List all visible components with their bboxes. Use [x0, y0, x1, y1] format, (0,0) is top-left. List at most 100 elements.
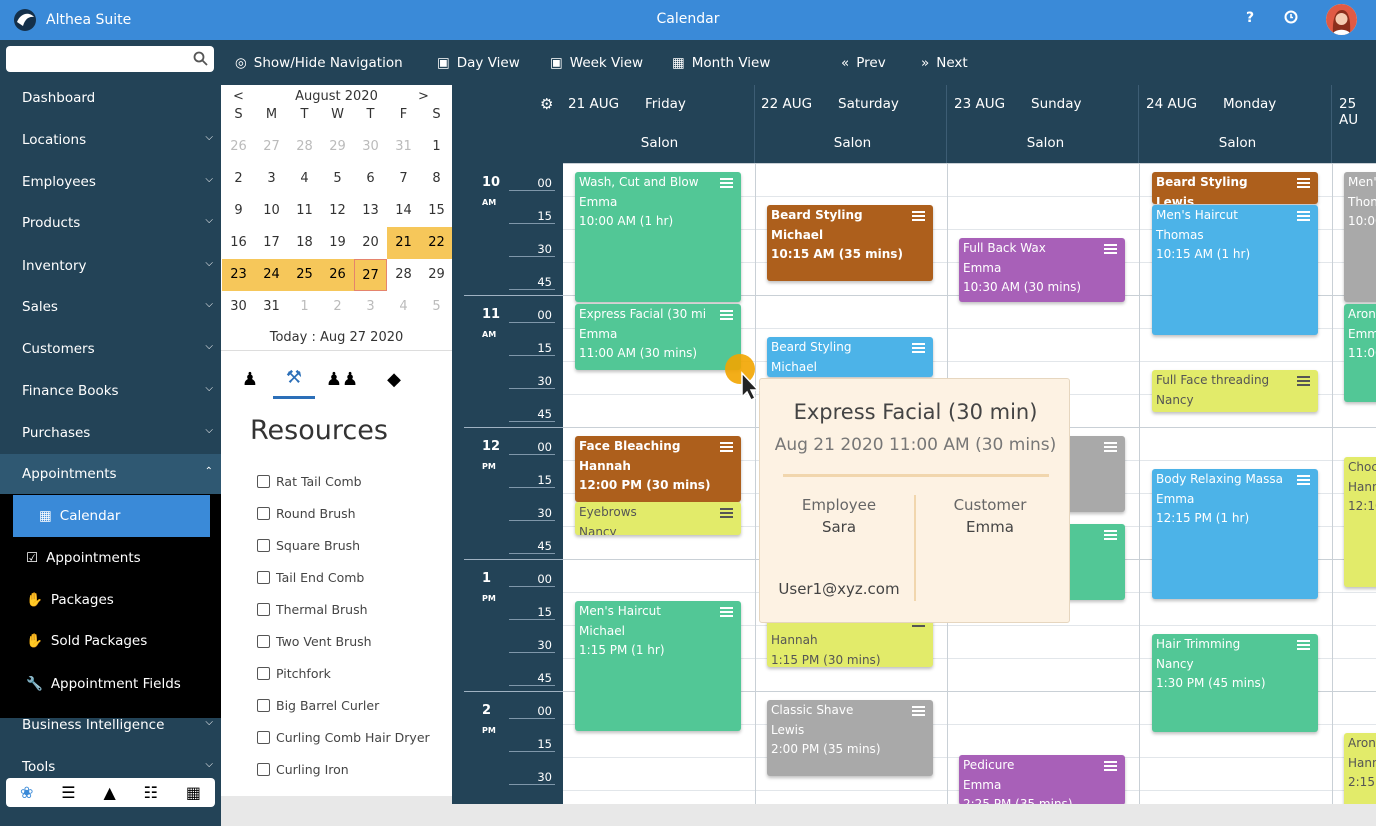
- sidebar-sub-appointment-fields[interactable]: 🔧 Appointment Fields: [0, 663, 221, 705]
- calendar-day[interactable]: 27: [354, 259, 387, 291]
- calendar-day[interactable]: 22: [420, 227, 453, 259]
- grid-icon[interactable]: ▦: [186, 783, 201, 802]
- resource-checkbox[interactable]: Tail End Comb: [257, 570, 364, 585]
- sidebar-item-employees[interactable]: Employees ⌵: [0, 162, 221, 202]
- resource-checkbox[interactable]: Two Vent Brush: [257, 634, 372, 649]
- calendar-day[interactable]: 31: [255, 291, 288, 323]
- sidebar-item-inventory[interactable]: Inventory ⌵: [0, 246, 221, 286]
- appointment-event[interactable]: Beard Styling Michael 10:15 AM (35 mins): [767, 205, 933, 281]
- appointment-event[interactable]: Eyebrows Nancy: [575, 502, 741, 535]
- calendar-day[interactable]: 9: [222, 195, 255, 227]
- resource-checkbox[interactable]: Curling Comb Hair Dryer: [257, 730, 430, 745]
- calendar-day[interactable]: 17: [255, 227, 288, 259]
- appointment-event[interactable]: Pedicure Emma 2:25 PM (35 mins): [959, 755, 1125, 804]
- menu-icon[interactable]: [1104, 244, 1117, 254]
- menu-icon[interactable]: [1297, 640, 1310, 650]
- calendar-day[interactable]: 3: [354, 291, 387, 323]
- menu-icon[interactable]: [1297, 211, 1310, 221]
- calendar-day[interactable]: 26: [321, 259, 354, 291]
- resource-checkbox[interactable]: Square Brush: [257, 538, 360, 553]
- calendar-day[interactable]: 30: [222, 291, 255, 323]
- calendar-day[interactable]: 28: [387, 259, 420, 291]
- appointment-event[interactable]: Men's Haircut Michael 1:15 PM (1 hr): [575, 601, 741, 731]
- calendar-day[interactable]: 4: [387, 291, 420, 323]
- calendar-day[interactable]: 14: [387, 195, 420, 227]
- sidebar-item-customers[interactable]: Customers ⌵: [0, 329, 221, 369]
- sidebar-sub-calendar[interactable]: ▦ Calendar: [13, 495, 210, 537]
- appointment-event[interactable]: Classic Shave Lewis 2:00 PM (35 mins): [767, 700, 933, 776]
- calendar-day[interactable]: 2: [222, 163, 255, 195]
- appointment-event[interactable]: Body Relaxing Massa Emma 12:15 PM (1 hr): [1152, 469, 1318, 599]
- menu-icon[interactable]: [720, 508, 733, 518]
- sidebar-sub-appointments[interactable]: ☑ Appointments: [0, 537, 221, 579]
- appointment-event[interactable]: Beard Styling Lewis: [1152, 172, 1318, 204]
- resource-checkbox[interactable]: Big Barrel Curler: [257, 698, 379, 713]
- calendar-day[interactable]: 4: [288, 163, 321, 195]
- avatar[interactable]: [1326, 4, 1357, 35]
- checkbox[interactable]: [257, 667, 270, 680]
- calendar-day[interactable]: 29: [321, 131, 354, 163]
- calendar-day[interactable]: 28: [288, 131, 321, 163]
- sidebar-sub-sold-packages[interactable]: ✋ Sold Packages: [0, 620, 221, 662]
- day-view-button[interactable]: ▣ Day View: [437, 55, 520, 71]
- sidebar-item-locations[interactable]: Locations ⌵: [0, 120, 221, 160]
- resource-checkbox[interactable]: Rat Tail Comb: [257, 474, 362, 489]
- settings-icon[interactable]: ⚙: [540, 95, 553, 113]
- help-icon[interactable]: ?: [1246, 10, 1254, 26]
- menu-icon[interactable]: [720, 607, 733, 617]
- checkbox[interactable]: [257, 763, 270, 776]
- menu-icon[interactable]: [1297, 178, 1310, 188]
- resource-checkbox[interactable]: Round Brush: [257, 506, 356, 521]
- calendar-day[interactable]: 5: [321, 163, 354, 195]
- group-tab[interactable]: ♟♟: [321, 359, 363, 399]
- sidebar-item-appointments[interactable]: Appointments ⌃: [0, 454, 221, 494]
- appointment-event[interactable]: Aron Hann 2:15 F: [1344, 733, 1376, 804]
- mini-calendar-next[interactable]: >: [418, 89, 429, 104]
- search-input[interactable]: [6, 46, 214, 72]
- calendar-day[interactable]: 31: [387, 131, 420, 163]
- menu-icon[interactable]: [720, 178, 733, 188]
- employee-tab[interactable]: ♟: [229, 359, 271, 399]
- calendar-day[interactable]: 10: [255, 195, 288, 227]
- calendar-day[interactable]: 5: [420, 291, 453, 323]
- calendar-day[interactable]: 11: [288, 195, 321, 227]
- menu-icon[interactable]: [912, 706, 925, 716]
- compass-icon[interactable]: ▲: [103, 783, 115, 802]
- calendar-day[interactable]: 2: [321, 291, 354, 323]
- calendar-day[interactable]: 29: [420, 259, 453, 291]
- appointment-event[interactable]: Face Bleaching Hannah 12:00 PM (30 mins): [575, 436, 741, 502]
- calendar-day[interactable]: 19: [321, 227, 354, 259]
- calendar-day[interactable]: 7: [387, 163, 420, 195]
- appointment-event[interactable]: Beard Styling Michael: [767, 337, 933, 377]
- next-button[interactable]: » Next: [921, 55, 968, 71]
- resource-checkbox[interactable]: Curling Iron: [257, 762, 349, 777]
- sidebar-item-dashboard[interactable]: Dashboard: [0, 78, 221, 118]
- calendar-day[interactable]: 21: [387, 227, 420, 259]
- calendar-day[interactable]: 23: [222, 259, 255, 291]
- calendar-day[interactable]: 12: [321, 195, 354, 227]
- prev-button[interactable]: « Prev: [841, 55, 886, 71]
- calendar-day[interactable]: 30: [354, 131, 387, 163]
- checkbox[interactable]: [257, 475, 270, 488]
- sidebar-item-purchases[interactable]: Purchases ⌵: [0, 413, 221, 453]
- clock-icon[interactable]: [1284, 10, 1298, 28]
- calendar-day[interactable]: 15: [420, 195, 453, 227]
- menu-icon[interactable]: [912, 343, 925, 353]
- calendar-day[interactable]: 16: [222, 227, 255, 259]
- calendar-day[interactable]: 1: [420, 131, 453, 163]
- calendar-day[interactable]: 18: [288, 227, 321, 259]
- list-icon[interactable]: ☷: [144, 783, 158, 802]
- calendar-day[interactable]: 8: [420, 163, 453, 195]
- appointment-event[interactable]: Men' Thon 10:00: [1344, 172, 1376, 302]
- calendar-day[interactable]: 26: [222, 131, 255, 163]
- sidebar-sub-packages[interactable]: ✋ Packages: [0, 579, 221, 621]
- sidebar-item-sales[interactable]: Sales ⌵: [0, 287, 221, 327]
- calendar-day[interactable]: 1: [288, 291, 321, 323]
- sidebar-item-business-intelligence[interactable]: Business Intelligence ⌵: [0, 705, 221, 745]
- appointment-event[interactable]: Aron Emm 11:00: [1344, 304, 1376, 402]
- calendar-day[interactable]: 6: [354, 163, 387, 195]
- calendar-day[interactable]: 13: [354, 195, 387, 227]
- month-view-button[interactable]: ▦ Month View: [672, 55, 770, 71]
- menu-icon[interactable]: [1297, 376, 1310, 386]
- resources-tab[interactable]: ⚒: [273, 359, 315, 399]
